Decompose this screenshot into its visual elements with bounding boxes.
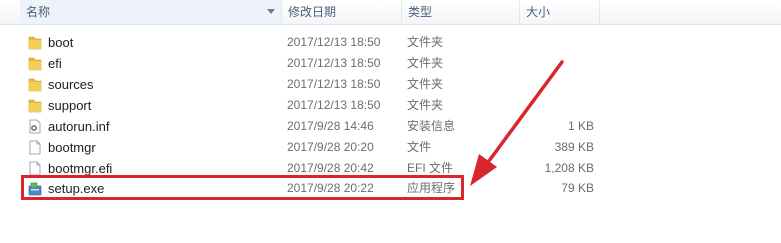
file-name: bootmgr bbox=[48, 140, 96, 155]
file-type: 文件 bbox=[407, 140, 432, 154]
file-name: boot bbox=[48, 35, 74, 50]
file-row-sources[interactable]: sources 2017/12/13 18:50 文件夹 bbox=[26, 74, 606, 95]
file-date: 2017/12/13 18:50 bbox=[287, 56, 381, 70]
column-header-date[interactable]: 修改日期 bbox=[282, 0, 402, 24]
folder-icon bbox=[28, 36, 42, 50]
file-date: 2017/12/13 18:50 bbox=[287, 98, 381, 112]
file-date: 2017/9/28 20:20 bbox=[287, 140, 374, 154]
file-row-efi[interactable]: efi 2017/12/13 18:50 文件夹 bbox=[26, 53, 606, 74]
folder-icon bbox=[28, 57, 42, 71]
file-row-support[interactable]: support 2017/12/13 18:50 文件夹 bbox=[26, 95, 606, 116]
file-date: 2017/12/13 18:50 bbox=[287, 35, 381, 49]
file-size: 79 KB bbox=[561, 181, 594, 195]
column-header-name[interactable]: 名称 bbox=[20, 0, 282, 24]
file-type: 文件夹 bbox=[407, 35, 444, 49]
file-name: autorun.inf bbox=[48, 119, 110, 134]
folder-icon bbox=[28, 99, 42, 113]
settings-file-icon bbox=[29, 119, 41, 134]
file-icon bbox=[29, 140, 41, 155]
file-size: 1 KB bbox=[567, 119, 594, 133]
file-type: 文件夹 bbox=[407, 77, 444, 91]
column-header-date-label: 修改日期 bbox=[288, 5, 337, 19]
column-header-size-label: 大小 bbox=[526, 5, 551, 19]
file-row-bootmgr[interactable]: bootmgr 2017/9/28 20:20 文件 389 KB bbox=[26, 137, 606, 158]
file-name: efi bbox=[48, 56, 62, 71]
column-header-type[interactable]: 类型 bbox=[402, 0, 520, 24]
file-type: 文件夹 bbox=[407, 56, 444, 70]
column-header-bar: 名称 修改日期 类型 大小 bbox=[0, 0, 781, 25]
file-size: 389 KB bbox=[554, 140, 594, 154]
file-name: sources bbox=[48, 77, 94, 92]
annotation-highlight-box bbox=[21, 175, 464, 200]
file-icon bbox=[29, 161, 41, 176]
file-date: 2017/12/13 18:50 bbox=[287, 77, 381, 91]
column-header-type-label: 类型 bbox=[408, 5, 433, 19]
column-header-name-label: 名称 bbox=[26, 5, 51, 19]
file-type: 安装信息 bbox=[407, 119, 456, 133]
column-header-size[interactable]: 大小 bbox=[520, 0, 600, 24]
file-explorer-view: 名称 修改日期 类型 大小 boot 2017/12/13 18:50 文件夹 … bbox=[0, 0, 781, 243]
file-row-boot[interactable]: boot 2017/12/13 18:50 文件夹 bbox=[26, 32, 606, 53]
folder-icon bbox=[28, 78, 42, 92]
file-type: 文件夹 bbox=[407, 98, 444, 112]
sort-descending-icon bbox=[267, 9, 275, 14]
file-row-autorun[interactable]: autorun.inf 2017/9/28 14:46 安装信息 1 KB bbox=[26, 116, 606, 137]
file-size: 1,208 KB bbox=[544, 161, 594, 175]
file-name: support bbox=[48, 98, 92, 113]
file-date: 2017/9/28 14:46 bbox=[287, 119, 374, 133]
